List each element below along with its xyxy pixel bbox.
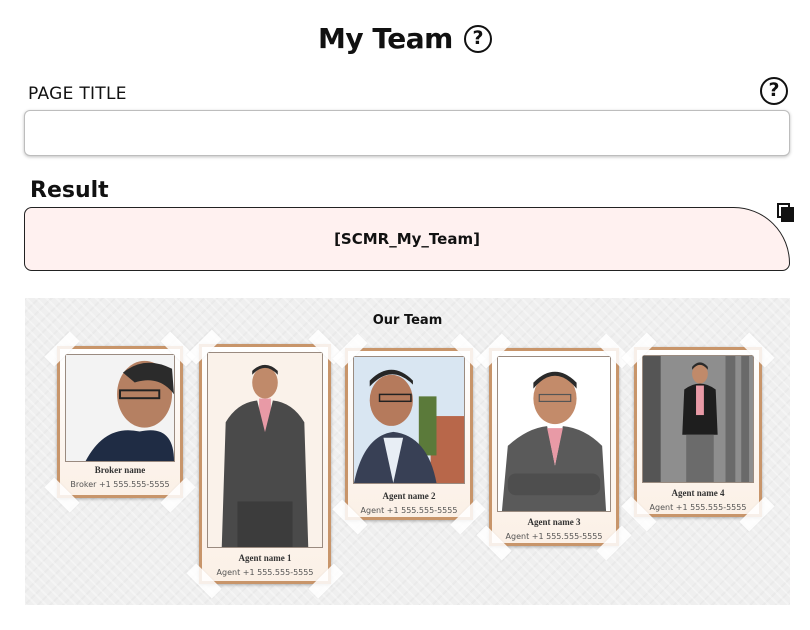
photo-tape [476, 525, 512, 561]
member-phone: Broker +1 555.555-5555 [70, 480, 170, 489]
result-label: Result [30, 178, 109, 203]
photo-tape [739, 496, 775, 532]
page-title-input[interactable] [24, 110, 790, 156]
member-name: Agent name 3 [527, 517, 581, 527]
page-title-help-icon[interactable]: ? [760, 77, 788, 105]
team-member-card: Agent name 4 Agent +1 555.555-5555 [621, 332, 775, 532]
page-title: My Team [318, 22, 453, 55]
copy-icon[interactable] [777, 203, 795, 223]
member-name: Broker name [94, 465, 146, 475]
team-member-card: Agent name 2 Agent +1 555.555-5555 [332, 333, 486, 535]
member-phone: Agent +1 555.555-5555 [505, 532, 603, 541]
member-phone: Agent +1 555.555-5555 [360, 506, 458, 515]
member-name: Agent name 2 [382, 491, 436, 501]
member-photo [497, 356, 611, 512]
result-shortcode-box[interactable]: [SCMR_My_Team] [24, 207, 790, 271]
preview-title: Our Team [372, 313, 443, 328]
team-preview: Our Team Broker name Broker +1 555.555-5… [25, 298, 790, 605]
photo-tape [621, 496, 657, 532]
team-member-card: Broker name Broker +1 555.555-5555 [44, 331, 196, 513]
member-photo [65, 354, 175, 462]
photo-tape [332, 499, 368, 535]
result-shortcode: [SCMR_My_Team] [334, 230, 480, 248]
page-header: My Team ? [0, 22, 810, 55]
photo-tape [596, 525, 632, 561]
member-phone: Agent +1 555.555-5555 [216, 568, 314, 577]
member-name: Agent name 1 [238, 553, 292, 563]
member-photo [353, 356, 465, 484]
member-photo [642, 355, 754, 483]
title-help-icon[interactable]: ? [463, 24, 492, 53]
member-photo [207, 352, 323, 548]
member-name: Agent name 4 [671, 488, 725, 498]
team-member-card: Agent name 3 Agent +1 555.555-5555 [476, 333, 632, 561]
member-phone: Agent +1 555.555-5555 [649, 503, 747, 512]
page-title-field-label: PAGE TITLE [28, 84, 127, 104]
team-member-card: Agent name 1 Agent +1 555.555-5555 [186, 329, 344, 599]
